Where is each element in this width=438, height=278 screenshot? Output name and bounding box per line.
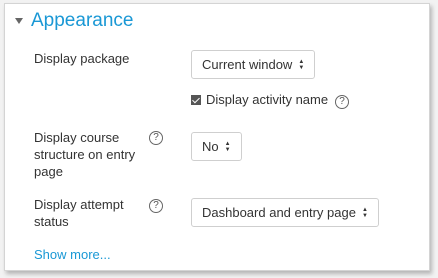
display-attempt-status-value: Dashboard and entry page (202, 205, 356, 220)
select-arrows-icon: ▲ ▼ (298, 58, 305, 71)
display-package-select[interactable]: Current window ▲ ▼ (191, 50, 316, 79)
display-attempt-status-label: Display attempt status (34, 197, 124, 229)
help-icon[interactable]: ? (335, 95, 349, 109)
select-arrows-icon: ▲ ▼ (224, 140, 231, 153)
display-course-structure-value: No (202, 139, 219, 154)
display-attempt-status-select[interactable]: Dashboard and entry page ▲ ▼ (191, 198, 379, 227)
appearance-panel: Appearance Display package Current windo… (4, 3, 430, 271)
display-activity-name-label: Display activity name (206, 92, 329, 107)
help-icon[interactable]: ? (149, 131, 163, 145)
show-more-link[interactable]: Show more... (34, 247, 111, 262)
display-package-value: Current window (202, 57, 293, 72)
display-activity-name-row[interactable]: Display activity name (191, 92, 328, 107)
help-icon[interactable]: ? (149, 199, 163, 213)
collapse-caret-icon (15, 18, 23, 24)
appearance-section-toggle[interactable]: Appearance (15, 10, 133, 32)
display-package-label: Display package (34, 51, 130, 66)
display-activity-name-checkbox[interactable] (191, 94, 201, 105)
display-course-structure-select[interactable]: No ▲ ▼ (191, 132, 242, 161)
display-course-structure-label: Display course structure on entry page (34, 130, 136, 179)
section-title: Appearance (31, 10, 134, 31)
select-arrows-icon: ▲ ▼ (361, 206, 368, 219)
